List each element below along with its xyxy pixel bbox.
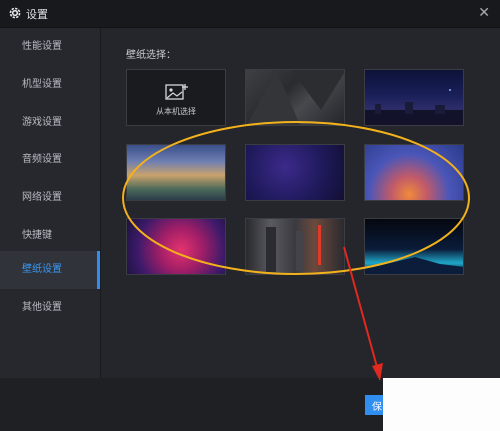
settings-sidebar: 性能设置 机型设置 游戏设置 音频设置 网络设置 快捷键 壁纸设置 其他设置 xyxy=(0,28,101,378)
wallpaper-thumb-city-lights[interactable] xyxy=(245,218,345,275)
wallpaper-thumb-mountain-horizon[interactable] xyxy=(364,218,464,275)
wallpaper-thumb-neon-stage[interactable] xyxy=(126,218,226,275)
sidebar-item-performance[interactable]: 性能设置 xyxy=(0,28,100,66)
sidebar-item-game[interactable]: 游戏设置 xyxy=(0,104,100,142)
dialog-footer: 保 xyxy=(0,378,500,431)
street-lights xyxy=(266,225,321,272)
title-bar: 设置 ✕ xyxy=(0,0,500,28)
sidebar-item-network[interactable]: 网络设置 xyxy=(0,179,100,217)
sidebar-item-audio[interactable]: 音频设置 xyxy=(0,141,100,179)
wallpaper-thumb-dark-geometric[interactable] xyxy=(245,69,345,126)
mountain-silhouette xyxy=(365,257,463,274)
close-icon[interactable]: ✕ xyxy=(478,5,490,21)
geometric-pattern xyxy=(247,70,344,125)
city-silhouette xyxy=(365,89,463,125)
sidebar-item-shortcuts[interactable]: 快捷键 xyxy=(0,217,100,255)
wallpaper-thumb-purple-bokeh[interactable] xyxy=(245,144,345,201)
local-pick-label: 从本机选择 xyxy=(156,107,196,116)
section-title: 壁纸选择： xyxy=(126,50,176,61)
wallpaper-thumb-anime-clouds[interactable] xyxy=(126,144,226,201)
local-pick-tile[interactable]: 从本机选择 xyxy=(126,69,226,126)
gear-icon xyxy=(9,7,21,19)
sidebar-item-wallpaper[interactable]: 壁纸设置 xyxy=(0,251,100,289)
wallpaper-thumb-orange-gradient[interactable] xyxy=(364,144,464,201)
footer-cover xyxy=(383,378,500,431)
window-title: 设置 xyxy=(26,8,48,21)
wallpaper-thumb-night-city[interactable] xyxy=(364,69,464,126)
sidebar-item-other[interactable]: 其他设置 xyxy=(0,289,100,327)
wallpaper-panel: 壁纸选择： 从本机选择 xyxy=(101,28,500,378)
sidebar-item-device-model[interactable]: 机型设置 xyxy=(0,66,100,104)
image-add-icon xyxy=(165,84,188,100)
